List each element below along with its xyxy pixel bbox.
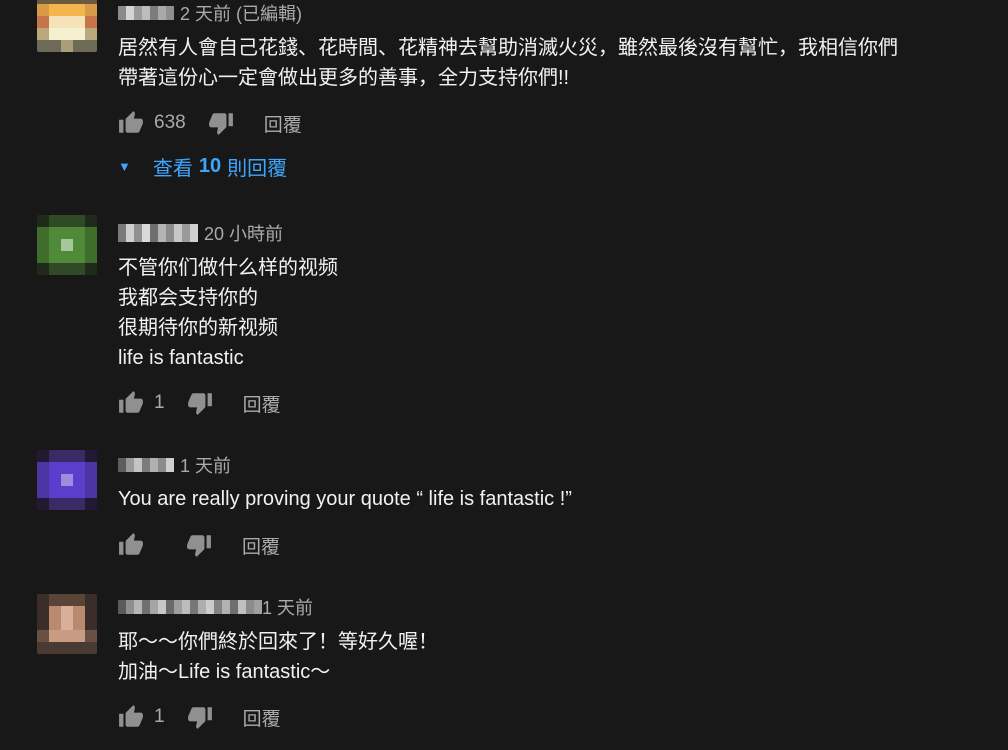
- comment-timestamp[interactable]: 1 天前: [180, 452, 231, 478]
- view-replies-prefix: 查看: [152, 157, 193, 180]
- like-count: 638: [154, 112, 186, 133]
- reply-button[interactable]: 回覆: [242, 532, 280, 559]
- comment-timestamp[interactable]: 20 小時前: [204, 220, 283, 246]
- comment-line: life is fantastic: [118, 347, 244, 369]
- author-row: 2 天前 (已編輯): [118, 1, 302, 25]
- view-replies-button[interactable]: ▼ 查看 10 則回覆: [118, 151, 287, 181]
- thumbs-down-icon[interactable]: [187, 390, 213, 416]
- avatar[interactable]: [37, 450, 97, 510]
- thumbs-down-icon[interactable]: [208, 110, 234, 136]
- reply-button[interactable]: 回覆: [243, 704, 281, 731]
- avatar[interactable]: [37, 594, 97, 654]
- view-replies-suffix: 則回覆: [227, 157, 288, 180]
- reply-button[interactable]: 回覆: [243, 390, 281, 417]
- comment-text: 居然有人會自己花錢、花時間、花精神去幫助消滅火災，雖然最後沒有幫忙，我相信你們 …: [118, 33, 898, 93]
- caret-down-icon: ▼: [118, 158, 131, 174]
- thumbs-up-icon[interactable]: [118, 390, 144, 416]
- comment-line: You are really proving your quote “ life…: [118, 488, 572, 510]
- reply-button[interactable]: 回覆: [264, 110, 302, 137]
- avatar[interactable]: [37, 215, 97, 275]
- comment-line: 不管你们做什么样的视频: [118, 257, 338, 279]
- comment-timestamp[interactable]: 1 天前: [262, 594, 313, 620]
- author-name[interactable]: [118, 6, 174, 20]
- thumbs-up-icon[interactable]: [118, 532, 144, 558]
- author-name[interactable]: [118, 600, 262, 614]
- comment-line: 加油～Life is fantastic～: [118, 661, 331, 683]
- thumbs-down-icon[interactable]: [186, 532, 212, 558]
- thumbs-up-icon[interactable]: [118, 110, 144, 136]
- comment-line: 我都会支持你的: [118, 287, 258, 309]
- author-name[interactable]: [118, 224, 198, 242]
- author-row: 1 天前: [118, 453, 231, 477]
- like-count: 1: [154, 706, 165, 727]
- comment-line: 帶著這份心一定會做出更多的善事，全力支持你們!!: [118, 67, 570, 89]
- like-count: 1: [154, 392, 165, 413]
- comment-line: 很期待你的新视频: [118, 317, 278, 339]
- author-row: 20 小時前: [118, 221, 283, 245]
- comment-text: 耶～～你們終於回來了！等好久喔！ 加油～Life is fantastic～: [118, 627, 438, 687]
- comment-line: 耶～～你們終於回來了！等好久喔！: [118, 631, 438, 653]
- view-replies-count: 10: [198, 154, 222, 177]
- comment-timestamp[interactable]: 2 天前 (已編輯): [180, 0, 302, 26]
- comment-text: You are really proving your quote “ life…: [118, 484, 572, 514]
- comment-line: 居然有人會自己花錢、花時間、花精神去幫助消滅火災，雖然最後沒有幫忙，我相信你們: [118, 37, 898, 59]
- avatar[interactable]: [37, 0, 97, 52]
- comment-actions: 1 回覆: [118, 702, 281, 732]
- author-name[interactable]: [118, 458, 174, 472]
- comment-text: 不管你们做什么样的视频 我都会支持你的 很期待你的新视频 life is fan…: [118, 253, 338, 373]
- thumbs-up-icon[interactable]: [118, 704, 144, 730]
- comment-actions: 回覆: [118, 530, 280, 560]
- comment-actions: 1 回覆: [118, 388, 281, 418]
- thumbs-down-icon[interactable]: [187, 704, 213, 730]
- comment-actions: 638 回覆: [118, 108, 302, 138]
- author-row: 1 天前: [118, 595, 313, 619]
